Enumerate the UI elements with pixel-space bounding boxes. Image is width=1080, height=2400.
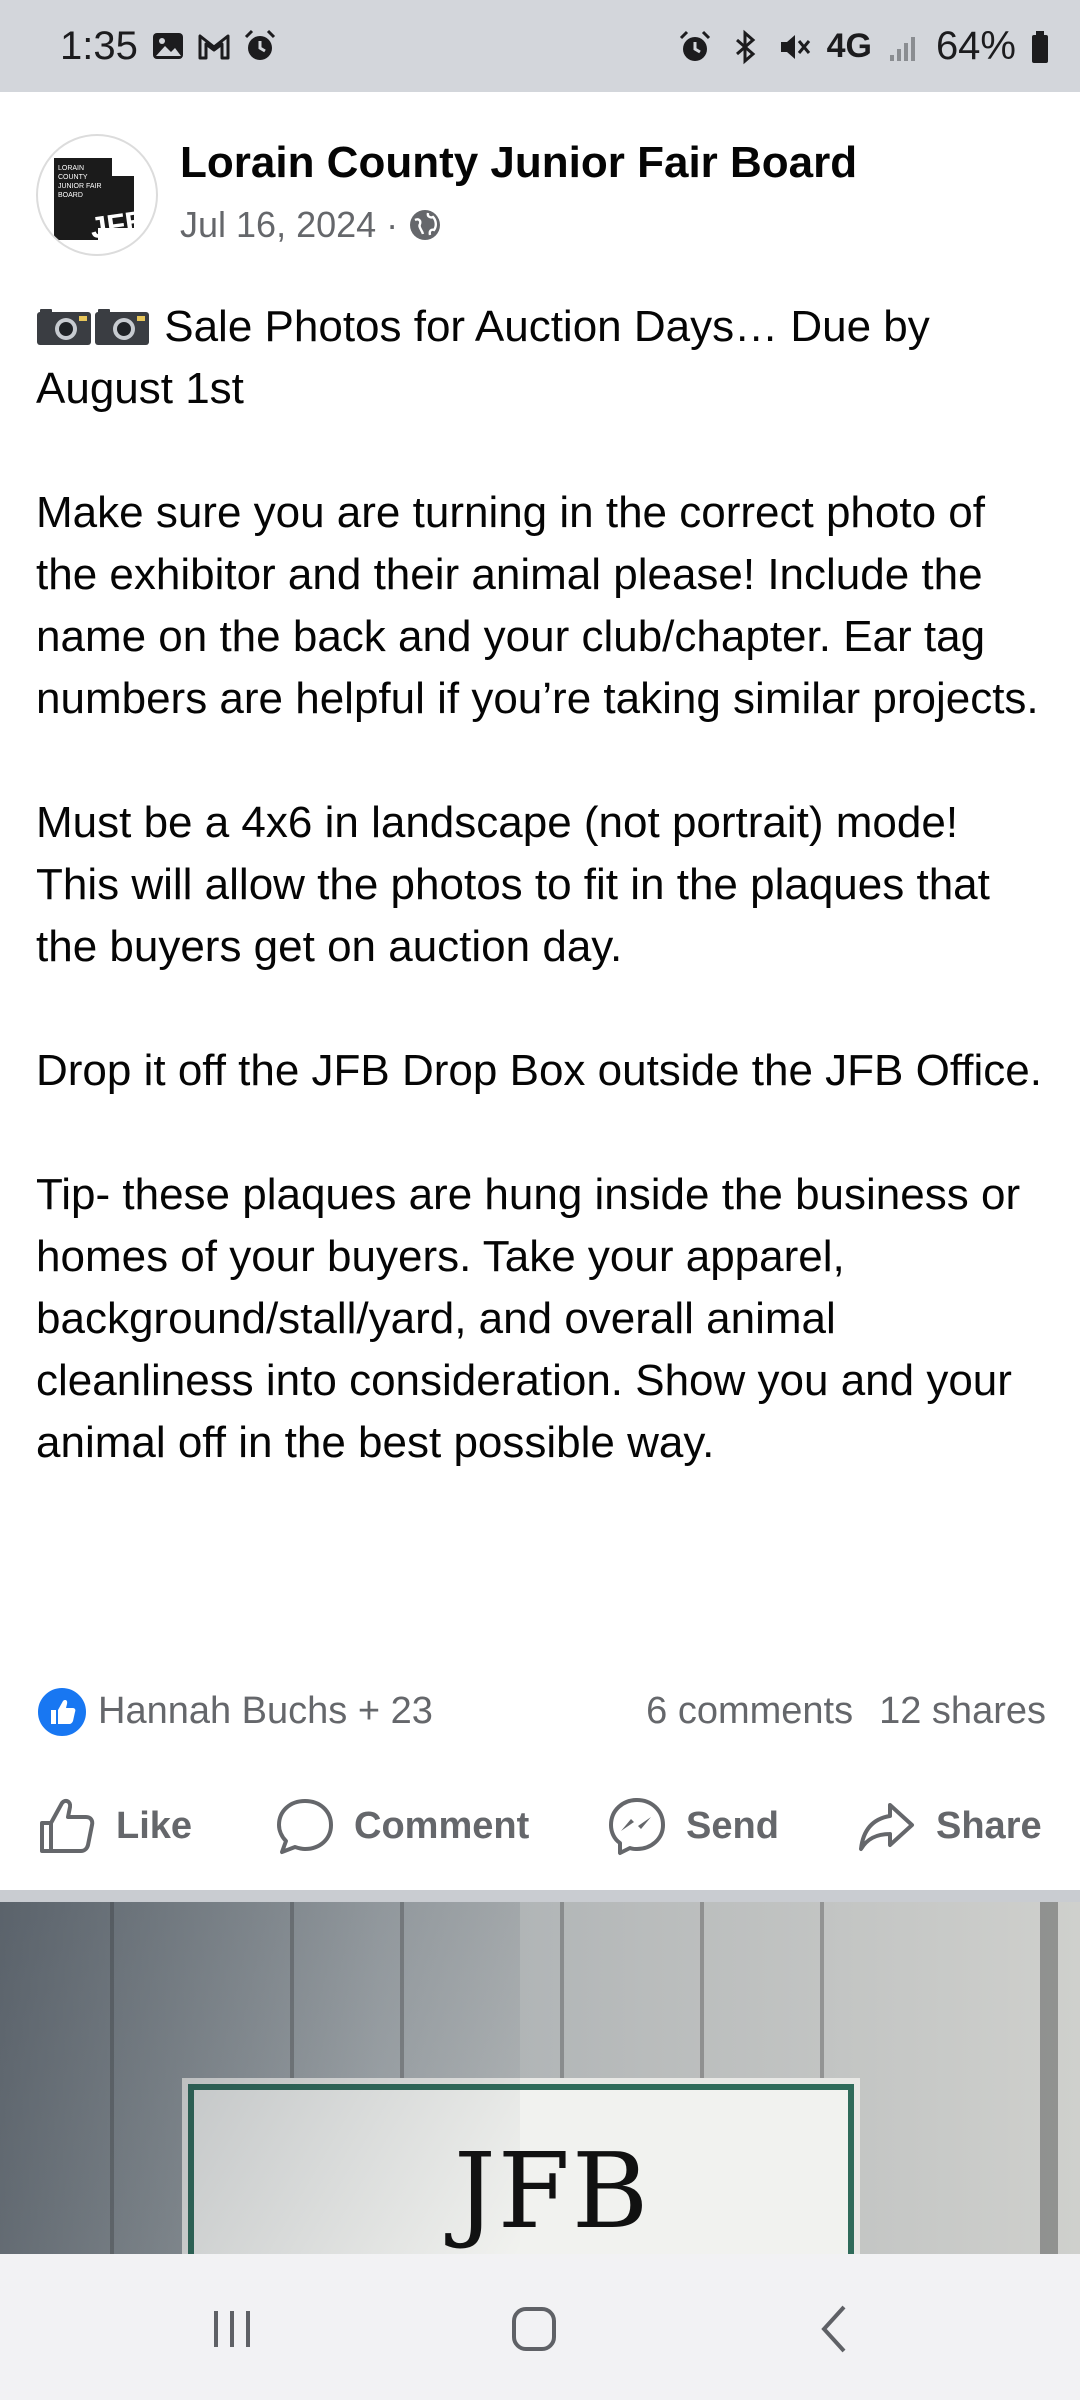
send-button[interactable]: Send [606,1790,779,1862]
post-text: Sale Photos for Auction Days… Due by Aug… [36,296,1046,1474]
alarm-icon [679,30,710,61]
reactions-row: Hannah Buchs + 23 6 comments 12 shares [36,1686,1046,1738]
status-time: 1:35 [60,24,138,68]
share-icon [859,1803,914,1851]
alarm-icon [244,29,276,60]
share-label: Share [936,1804,1042,1847]
svg-text:JUNIOR FAIR: JUNIOR FAIR [58,183,102,190]
page-name[interactable]: Lorain County Junior Fair Board [180,138,857,188]
wall-panel-seam [1040,1902,1058,2254]
page-avatar[interactable]: LORAIN COUNTY JUNIOR FAIR BOARD JFB [36,134,158,256]
network-type: 4G [826,27,872,65]
svg-text:JFB: JFB [88,205,149,246]
post-photo[interactable]: JFB [0,1902,1080,2254]
notification-icons [150,28,278,64]
system-nav-bar [0,2254,1080,2400]
svg-text:LORAIN: LORAIN [58,165,84,172]
post-paragraph: Sale Photos for Auction Days… Due by Aug… [36,296,1046,420]
post-paragraph: Tip- these plaques are hung inside the b… [36,1170,1021,1467]
home-icon [512,2307,556,2351]
thumbs-up-icon [40,1798,95,1853]
reactors-text[interactable]: Hannah Buchs + 23 [98,1690,433,1733]
like-button[interactable]: Like [36,1790,192,1862]
post-headline: Sale Photos for Auction Days… Due by Aug… [36,302,930,413]
post-meta: Jul 16, 2024 · [180,204,442,246]
comment-icon [277,1799,333,1854]
comment-button[interactable]: Comment [274,1790,529,1862]
engagement-counts: 6 comments 12 shares [646,1690,1046,1733]
system-icons: 4G 64% [677,24,1050,69]
home-button[interactable] [494,2294,574,2364]
signal-icon [889,36,915,61]
post-paragraph: Drop it off the JFB Drop Box outside the… [36,1046,1042,1095]
post-paragraph: Make sure you are turning in the correct… [36,488,1039,723]
meta-separator: · [386,204,399,245]
gmail-icon [198,34,230,60]
battery-percent: 64% [935,24,1016,68]
send-label: Send [686,1804,779,1847]
status-bar: 1:35 4G 64% [0,0,1080,92]
camera-emoji-icon [95,309,149,345]
mute-icon [780,34,810,59]
bluetooth-icon [735,29,755,64]
jfb-logo: LORAIN COUNTY JUNIOR FAIR BOARD JFB [54,158,149,246]
recent-apps-button[interactable] [192,2294,272,2364]
back-icon [821,2305,846,2353]
globe-icon [410,210,441,240]
post-actions: Like Comment Send Share [0,1790,1080,1862]
battery-icon [1032,30,1048,63]
share-button[interactable]: Share [856,1790,1042,1862]
svg-text:COUNTY: COUNTY [58,174,88,181]
back-button[interactable] [796,2294,876,2364]
svg-text:BOARD: BOARD [58,192,83,199]
post-date[interactable]: Jul 16, 2024 [180,204,376,246]
messenger-icon [609,1798,665,1855]
comment-label: Comment [354,1804,530,1847]
feed-divider [0,1890,1080,1902]
like-reaction-icon[interactable] [36,1686,88,1738]
post-paragraph: Must be a 4x6 in landscape (not portrait… [36,798,990,971]
camera-emoji-icon [37,309,91,345]
shares-count[interactable]: 12 shares [879,1690,1046,1733]
recent-apps-icon [214,2311,250,2347]
gallery-icon [153,33,183,59]
comments-count[interactable]: 6 comments [646,1690,853,1733]
like-label: Like [116,1804,193,1847]
photo-shadow [0,1902,520,2254]
